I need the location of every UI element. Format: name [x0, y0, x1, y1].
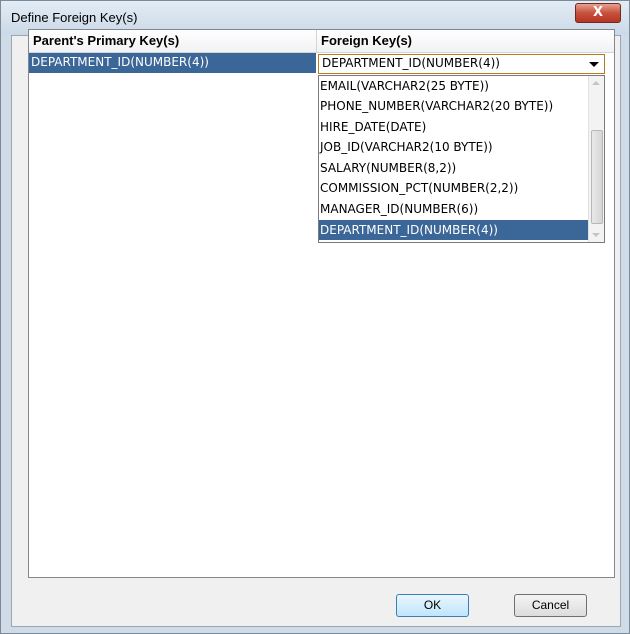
- table-header: Parent's Primary Key(s) Foreign Key(s): [29, 30, 614, 53]
- header-foreign-keys[interactable]: Foreign Key(s): [321, 30, 601, 52]
- column-separator[interactable]: [316, 30, 317, 52]
- dropdown-option[interactable]: EMAIL(VARCHAR2(25 BYTE)): [319, 76, 590, 96]
- scroll-down-icon[interactable]: [592, 233, 600, 237]
- scrollbar-thumb[interactable]: [591, 130, 603, 224]
- dropdown-option[interactable]: MANAGER_ID(NUMBER(6)): [319, 199, 590, 219]
- dialog-title: Define Foreign Key(s): [11, 10, 138, 25]
- foreign-key-dropdown-list: EMAIL(VARCHAR2(25 BYTE)) PHONE_NUMBER(VA…: [318, 75, 605, 243]
- dropdown-option[interactable]: HIRE_DATE(DATE): [319, 117, 590, 137]
- foreign-key-select-value: DEPARTMENT_ID(NUMBER(4)): [322, 56, 500, 70]
- dropdown-option[interactable]: SALARY(NUMBER(8,2)): [319, 158, 590, 178]
- foreign-key-table: Parent's Primary Key(s) Foreign Key(s) D…: [28, 29, 615, 578]
- chevron-down-icon[interactable]: [589, 62, 599, 67]
- dropdown-option-selected[interactable]: DEPARTMENT_ID(NUMBER(4)): [319, 220, 590, 240]
- parent-key-cell: DEPARTMENT_ID(NUMBER(4)): [31, 55, 209, 69]
- dropdown-option[interactable]: PHONE_NUMBER(VARCHAR2(20 BYTE)): [319, 96, 590, 116]
- ok-button[interactable]: OK: [396, 594, 469, 617]
- foreign-key-select[interactable]: DEPARTMENT_ID(NUMBER(4)): [318, 54, 605, 74]
- cancel-button[interactable]: Cancel: [514, 594, 587, 617]
- table-row[interactable]: DEPARTMENT_ID(NUMBER(4)): [29, 53, 316, 73]
- dialog-window: Define Foreign Key(s) X Parent's Primary…: [0, 0, 630, 634]
- close-button[interactable]: X: [575, 3, 621, 23]
- dropdown-scrollbar[interactable]: [588, 76, 604, 242]
- dropdown-option[interactable]: JOB_ID(VARCHAR2(10 BYTE)): [319, 137, 590, 157]
- scroll-up-icon[interactable]: [592, 81, 600, 85]
- close-icon: X: [592, 5, 604, 20]
- dropdown-option[interactable]: COMMISSION_PCT(NUMBER(2,2)): [319, 178, 590, 198]
- header-parent-primary-keys[interactable]: Parent's Primary Key(s): [33, 30, 313, 52]
